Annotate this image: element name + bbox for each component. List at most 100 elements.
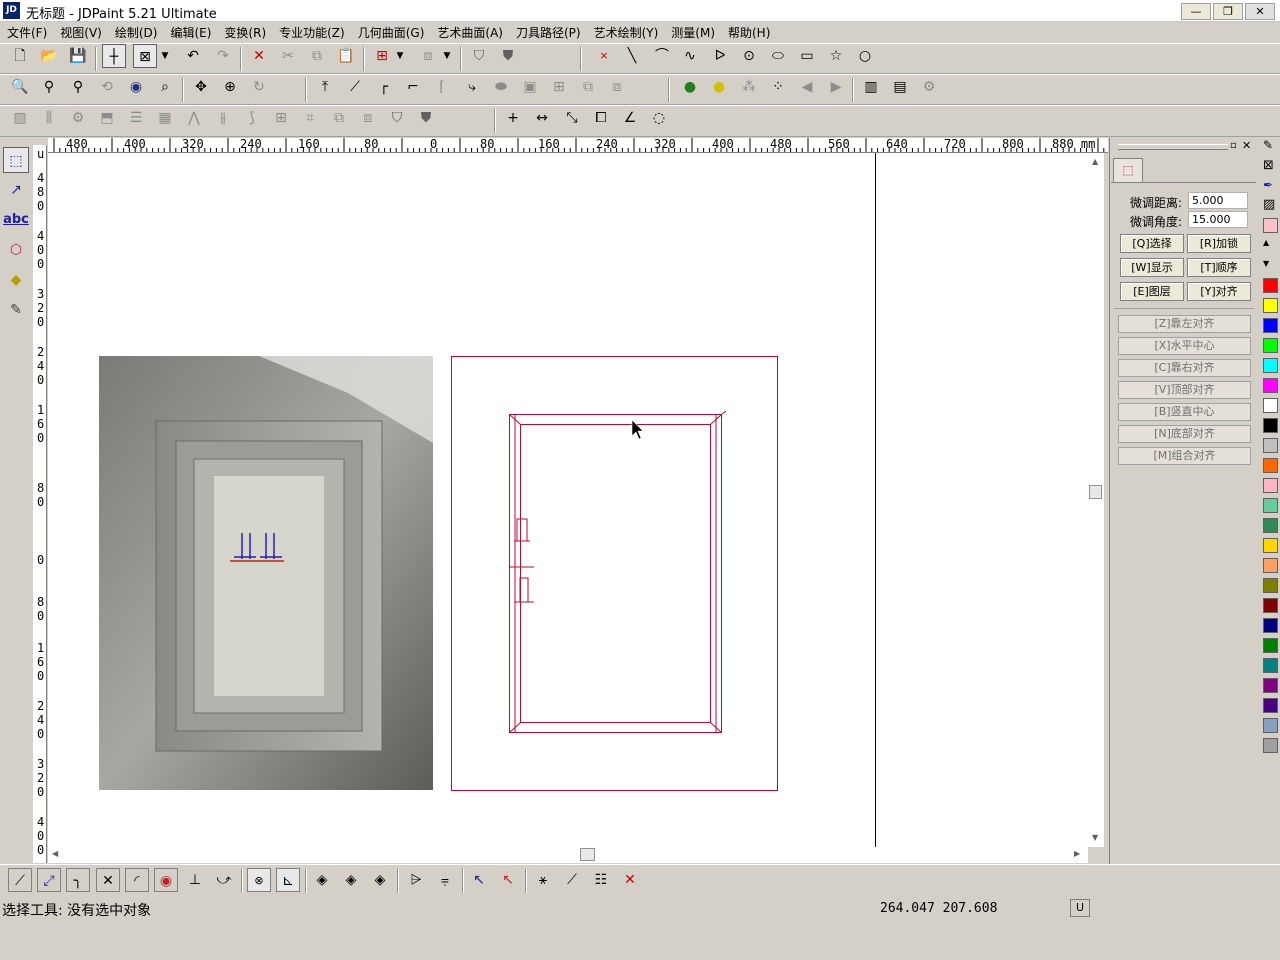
distance-input[interactable]: 5.000 xyxy=(1188,192,1248,209)
shape-tool-icon[interactable]: ⬡ xyxy=(3,237,29,263)
offset-rect-icon[interactable]: ▣ xyxy=(518,75,542,99)
pan-icon[interactable]: ✥ xyxy=(189,75,213,99)
crosshair-select-icon[interactable]: ┼ xyxy=(102,44,126,68)
color-swatch[interactable] xyxy=(1263,378,1278,393)
arrow-right-icon[interactable]: ▶ xyxy=(824,75,848,99)
color-swatch[interactable] xyxy=(1263,698,1278,713)
array-icon[interactable]: ⊞ xyxy=(547,75,571,99)
pattern-fill-icon[interactable]: ▨ xyxy=(1263,197,1275,212)
pick-add-icon[interactable]: ↖ xyxy=(467,868,491,892)
rotate-view-icon[interactable]: ↻ xyxy=(247,75,271,99)
view-eye-icon[interactable]: ◉ xyxy=(124,75,148,99)
select-button[interactable]: [Q]选择 xyxy=(1120,234,1184,253)
bend-shape-icon[interactable]: ⟆ xyxy=(240,106,264,130)
drawing-canvas[interactable] xyxy=(48,153,1088,847)
snap-arc-icon[interactable]: ╮ xyxy=(66,868,90,892)
paste-icon[interactable]: 📋 xyxy=(334,44,358,68)
list-select-icon[interactable]: ☷ xyxy=(589,868,613,892)
color-swatch[interactable] xyxy=(1263,638,1278,653)
snap-endpoint-icon[interactable]: ⟋ xyxy=(8,868,32,892)
hatch-icon[interactable]: ▤ xyxy=(888,75,912,99)
trim-icon[interactable]: ⤒ xyxy=(313,75,337,99)
diamond-remove-icon[interactable]: ◈ xyxy=(368,868,392,892)
eraser-tool-icon[interactable]: ✎ xyxy=(3,297,29,323)
panel-close-icon[interactable]: ✕ xyxy=(1242,139,1251,152)
align-hcenter-button[interactable]: [X]水平中心 xyxy=(1118,337,1251,355)
color-swatch[interactable] xyxy=(1263,718,1278,733)
align-vcenter-button[interactable]: [B]竖直中心 xyxy=(1118,403,1251,421)
chevron-down-icon[interactable]: ▼ xyxy=(440,44,454,68)
scroll-up-icon[interactable]: ▲ xyxy=(1092,157,1098,166)
zoom-in-icon[interactable]: ⚲ xyxy=(66,75,90,99)
dimension-aligned-icon[interactable]: ⤡ xyxy=(560,106,584,130)
zoom-window-icon[interactable]: 🔍 xyxy=(8,75,32,99)
diamond-add-icon[interactable]: ◈ xyxy=(339,868,363,892)
group-icon[interactable]: ▧ xyxy=(8,106,32,130)
color-swatch[interactable] xyxy=(1263,478,1278,493)
green-bulb-icon[interactable]: ● xyxy=(678,75,702,99)
snap-quadrant-icon[interactable]: ◜ xyxy=(125,868,149,892)
color-swatch[interactable] xyxy=(1263,518,1278,533)
color-swatch[interactable] xyxy=(1263,338,1278,353)
star-icon[interactable]: ☆ xyxy=(824,44,848,68)
menu-toolpath[interactable]: 刀具路径(P) xyxy=(509,22,587,42)
panel-restore-icon[interactable]: ▫ xyxy=(1230,140,1237,151)
dimension-radius-icon[interactable]: ◌ xyxy=(647,106,671,130)
angle-input[interactable]: 15.000 xyxy=(1188,211,1248,228)
dimension-horizontal-icon[interactable]: ↔ xyxy=(530,106,554,130)
color-swatch[interactable] xyxy=(1263,598,1278,613)
offset-curve-icon[interactable]: ⤷ xyxy=(460,75,484,99)
explode-icon[interactable]: ⚹ xyxy=(531,868,555,892)
color-swatch[interactable] xyxy=(1263,358,1278,373)
shield-shape-icon[interactable]: ⛉ xyxy=(467,44,491,68)
connect-icon[interactable]: ⟋ xyxy=(560,868,584,892)
color-swatch[interactable] xyxy=(1263,618,1278,633)
stack-shape-icon[interactable]: ☰ xyxy=(124,106,148,130)
color-swatch[interactable] xyxy=(1263,398,1278,413)
yellow-bulb-icon[interactable]: ● xyxy=(707,75,731,99)
color-swatch[interactable] xyxy=(1263,578,1278,593)
cancel-icon[interactable]: ✕ xyxy=(618,868,642,892)
color-swatch[interactable] xyxy=(1263,438,1278,453)
close-button[interactable]: ✕ xyxy=(1245,3,1275,20)
color-swatch[interactable] xyxy=(1263,538,1278,553)
shield-solid-icon[interactable]: ⛊ xyxy=(414,106,438,130)
panel-tab-select-icon[interactable]: ⬚ xyxy=(1113,158,1143,182)
snap-grid-point-icon[interactable]: ⊗ xyxy=(247,868,271,892)
snap-perpendicular-icon[interactable]: ⊥ xyxy=(183,868,207,892)
color-swatch[interactable] xyxy=(1263,558,1278,573)
menu-edit[interactable]: 编辑(E) xyxy=(163,22,217,42)
menu-geometry-surface[interactable]: 几何曲面(G) xyxy=(351,22,431,42)
color-swatch[interactable] xyxy=(1263,278,1278,293)
menu-view[interactable]: 视图(V) xyxy=(53,22,108,42)
chevron-down-icon[interactable]: ▼ xyxy=(393,44,407,68)
palette-down-icon[interactable]: ▼ xyxy=(1263,259,1269,268)
box-shape-icon[interactable]: ⬒ xyxy=(95,106,119,130)
zoom-previous-icon[interactable]: ⟲ xyxy=(95,75,119,99)
node-grid-icon[interactable]: ⌗ xyxy=(298,106,322,130)
color-swatch[interactable] xyxy=(1263,458,1278,473)
vertical-scrollbar[interactable]: ▲ ▼ xyxy=(1088,153,1104,847)
fillet-icon[interactable]: ┌ xyxy=(372,75,396,99)
layer-align-icon[interactable]: ⩥ xyxy=(404,868,428,892)
palette-up-icon[interactable]: ▲ xyxy=(1263,238,1269,247)
zoom-all-icon[interactable]: ⌕ xyxy=(153,75,177,99)
align-bottom-button[interactable]: [N]底部对齐 xyxy=(1118,425,1251,443)
scroll-down-icon[interactable]: ▼ xyxy=(1092,833,1098,842)
snap-intersection-icon[interactable]: ✕ xyxy=(96,868,120,892)
diamond-node-icon[interactable]: ◈ xyxy=(310,868,334,892)
redo-icon[interactable]: ↷ xyxy=(211,44,235,68)
minimize-button[interactable]: — xyxy=(1181,3,1211,20)
dimension-point-icon[interactable]: + xyxy=(501,106,525,130)
order-button[interactable]: [T]顺序 xyxy=(1187,258,1251,277)
snap-tangent-icon[interactable]: ⤻ xyxy=(212,868,236,892)
point-icon[interactable]: × xyxy=(592,44,616,68)
color-swatch[interactable] xyxy=(1263,418,1278,433)
gear-shape-icon[interactable]: ⚙ xyxy=(66,106,90,130)
color-dots-icon[interactable]: ⁘ xyxy=(766,75,790,99)
select-tool-icon[interactable]: ⬚ xyxy=(3,147,29,173)
align-top-button[interactable]: [V]顶部对齐 xyxy=(1118,381,1251,399)
overlap-icon[interactable]: ⧈ xyxy=(356,106,380,130)
snap-midpoint-icon[interactable]: ⤢ xyxy=(37,868,61,892)
arrow-left-icon[interactable]: ◀ xyxy=(795,75,819,99)
